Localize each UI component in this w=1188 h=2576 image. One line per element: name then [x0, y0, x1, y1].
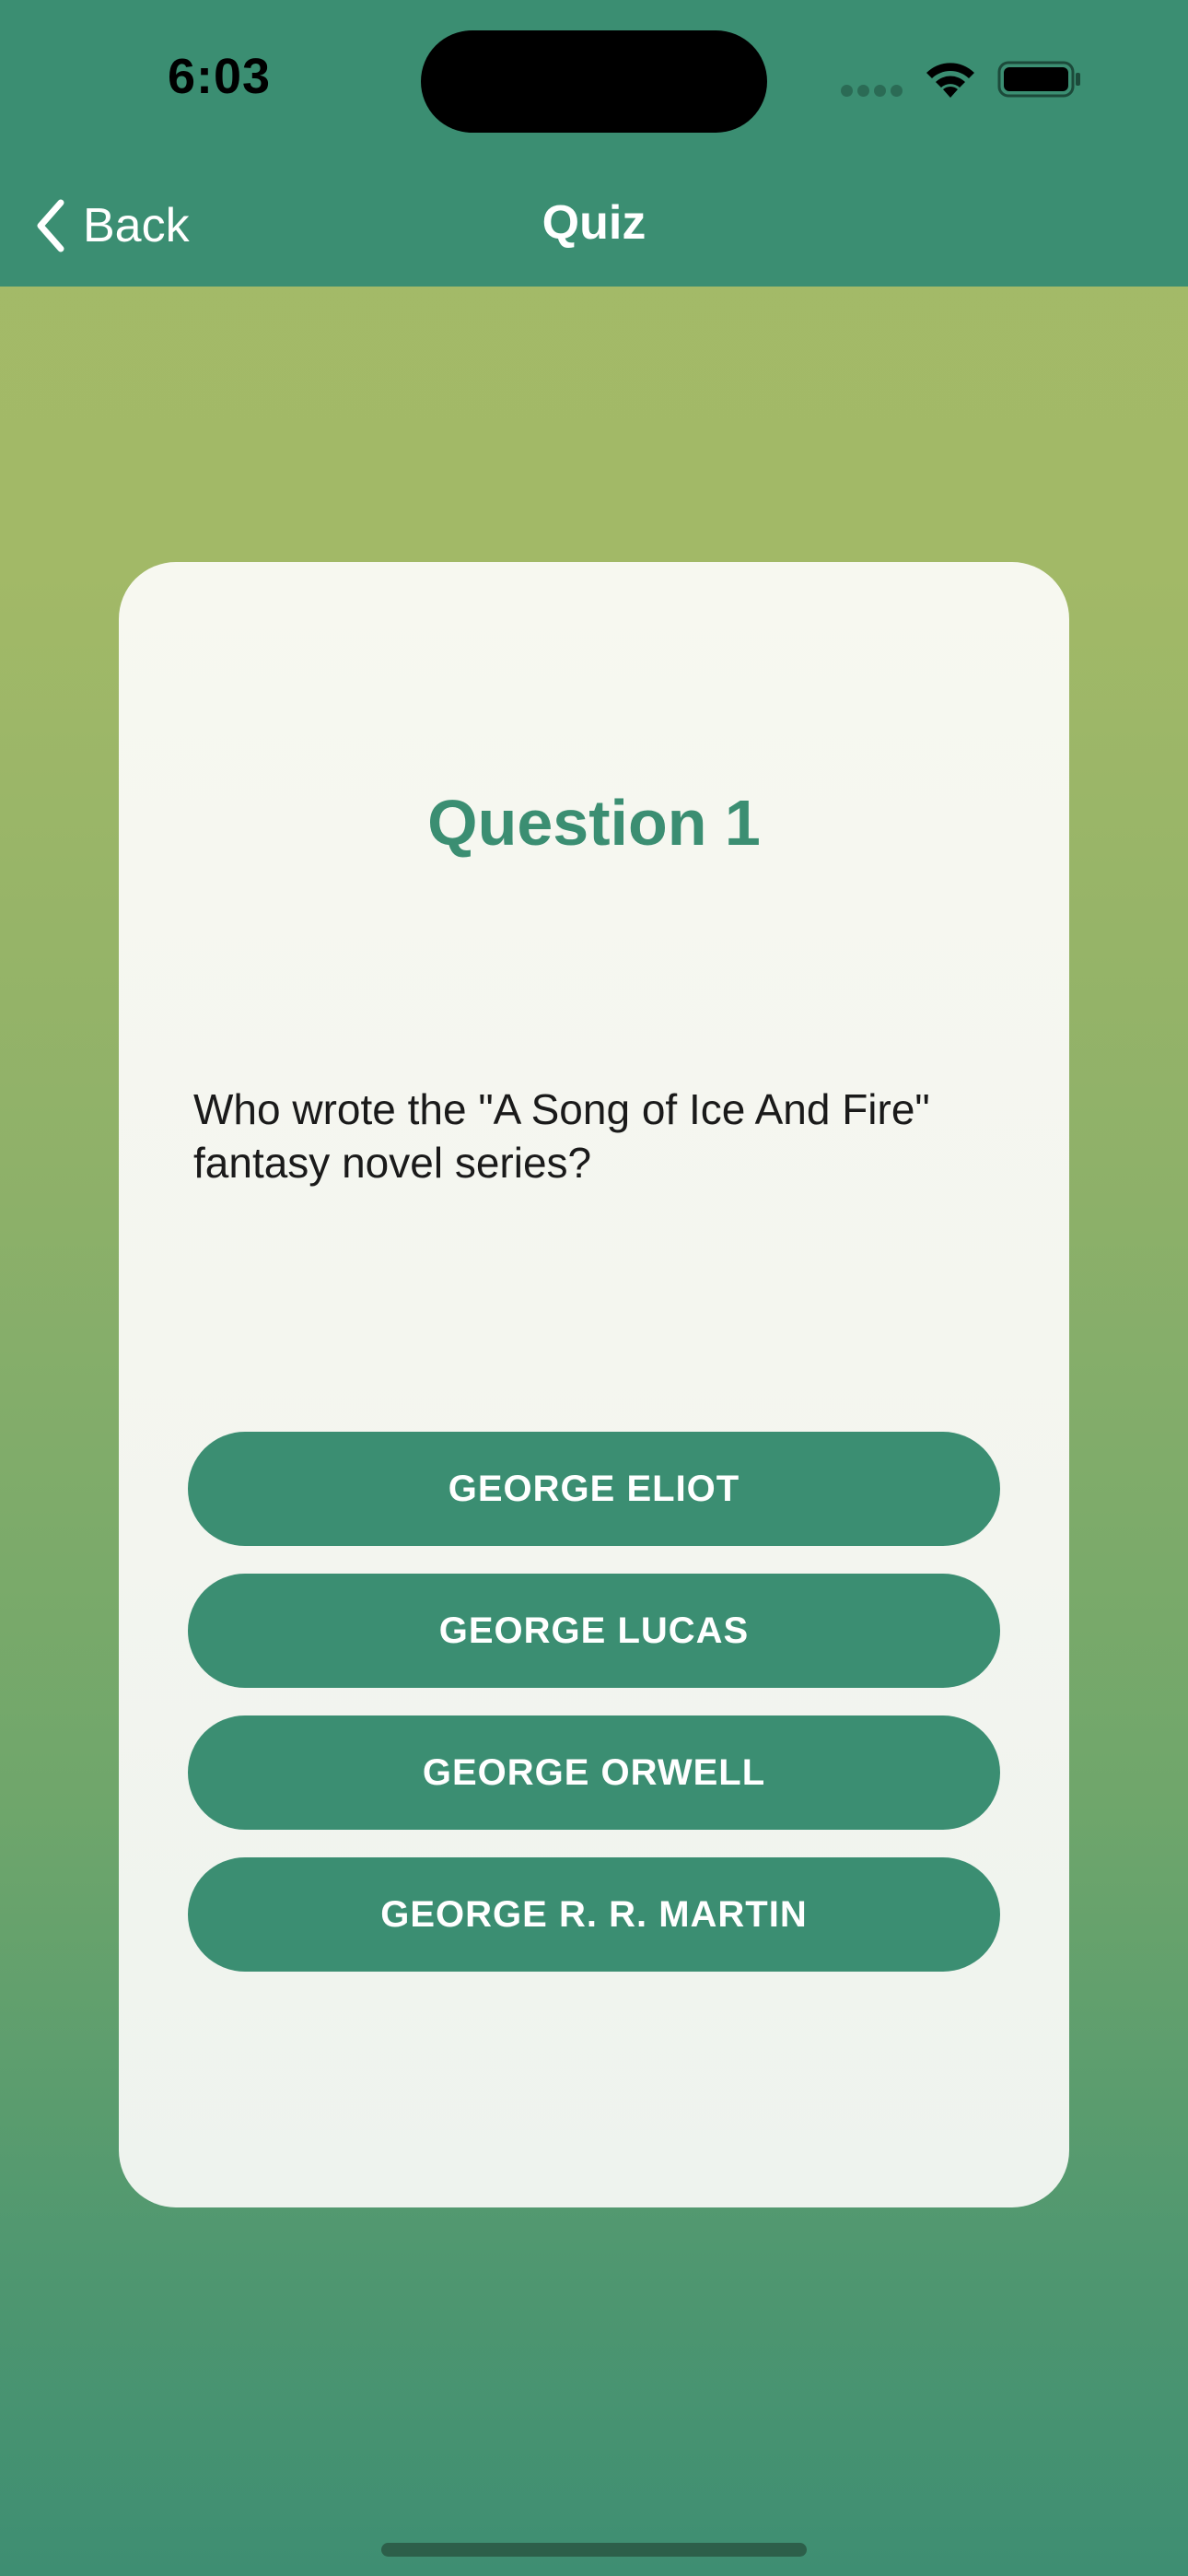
dynamic-island — [421, 30, 767, 133]
navigation-header: 6:03 Back Quiz — [0, 0, 1188, 287]
battery-icon — [997, 61, 1080, 98]
answer-button[interactable]: GEORGE R. R. MARTIN — [188, 1857, 1000, 1972]
answer-button[interactable]: GEORGE ELIOT — [188, 1432, 1000, 1546]
answer-button[interactable]: GEORGE ORWELL — [188, 1715, 1000, 1830]
question-card: Question 1 Who wrote the "A Song of Ice … — [119, 562, 1069, 2207]
wifi-icon — [926, 63, 974, 98]
question-text: Who wrote the "A Song of Ice And Fire" f… — [193, 1085, 930, 1187]
page-title: Quiz — [542, 196, 646, 250]
answer-list: GEORGE ELIOT GEORGE LUCAS GEORGE ORWELL … — [188, 1432, 1000, 1999]
answer-button[interactable]: GEORGE LUCAS — [188, 1574, 1000, 1688]
status-time: 6:03 — [168, 49, 272, 104]
question-title: Question 1 — [427, 787, 761, 859]
home-indicator[interactable] — [381, 2543, 807, 2557]
cellular-icon — [841, 85, 903, 97]
